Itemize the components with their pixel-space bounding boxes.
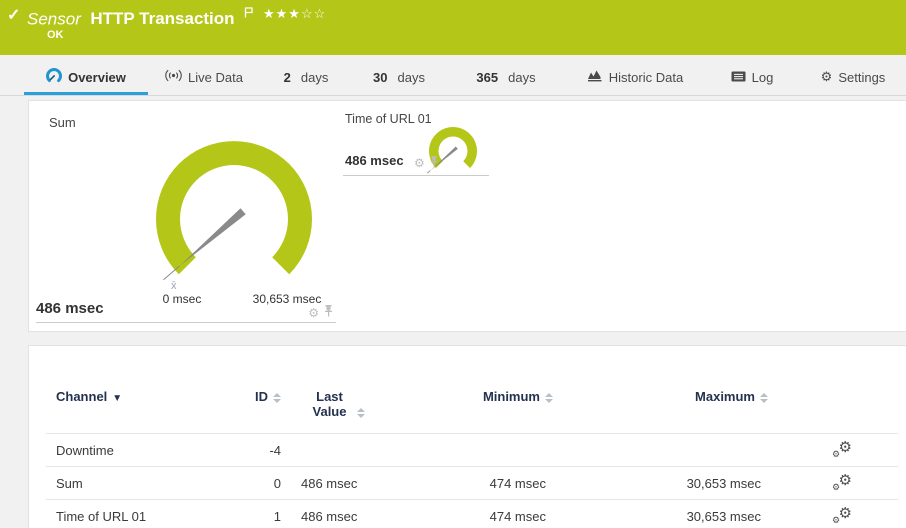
sensor-header: ✓ Sensor HTTP Transaction ★★★☆☆ OK bbox=[0, 0, 906, 55]
sensor-status-badge: OK bbox=[47, 29, 64, 41]
gauge-icon bbox=[46, 68, 62, 87]
tab-label: days bbox=[301, 70, 328, 85]
gauge-title: Time of URL 01 bbox=[345, 112, 432, 126]
sort-icon bbox=[357, 408, 365, 418]
tab-label: Historic Data bbox=[609, 70, 683, 85]
gear-icon: ⚙ bbox=[821, 69, 833, 85]
sensor-category-label: Sensor bbox=[27, 9, 81, 28]
channel-minimum-cell bbox=[391, 434, 561, 467]
tab-live-data[interactable]: Live Data bbox=[148, 62, 260, 95]
gauge-current-value: 486 msec bbox=[36, 300, 104, 317]
table-header-row: Channel ▼ ID Last Value Minimum Maximum bbox=[46, 346, 898, 434]
tab-label: Overview bbox=[68, 70, 126, 85]
channel-settings-gears-icon[interactable]: ⚙⚙ bbox=[832, 473, 852, 491]
gauges-panel: Sum x̄ 0 msec 30,653 msec 486 msec ⚙ bbox=[28, 100, 906, 332]
tab-label: Log bbox=[752, 70, 774, 85]
channel-maximum-cell: 30,653 msec bbox=[561, 500, 776, 528]
gauge-tools: ⚙ bbox=[414, 154, 439, 172]
sort-icon bbox=[545, 393, 553, 403]
sensor-title: Sensor HTTP Transaction bbox=[27, 5, 254, 29]
column-header-maximum[interactable]: Maximum bbox=[561, 346, 776, 434]
table-row-downtime[interactable]: Downtime -4 ⚙⚙ bbox=[46, 434, 898, 467]
tab-label-number: 2 bbox=[284, 70, 291, 85]
channel-maximum-cell bbox=[561, 434, 776, 467]
column-header-settings bbox=[776, 346, 898, 434]
gear-icon[interactable]: ⚙ bbox=[414, 157, 425, 169]
column-header-last-value[interactable]: Last Value bbox=[281, 346, 391, 434]
pushpin-icon[interactable] bbox=[323, 304, 334, 322]
sensor-status-check-icon: ✓ bbox=[7, 5, 20, 25]
table-row-time-of-url-01[interactable]: Time of URL 01 1 486 msec 474 msec 30,65… bbox=[46, 500, 898, 528]
url01-gauge-block: Time of URL 01 486 msec ⚙ bbox=[343, 108, 489, 176]
tab-label-number: 365 bbox=[476, 70, 498, 85]
column-header-id[interactable]: ID bbox=[236, 346, 281, 434]
tab-365-days[interactable]: 365 days bbox=[446, 62, 566, 95]
broadcast-icon bbox=[165, 69, 182, 85]
star-rating[interactable]: ★★★☆☆ bbox=[263, 6, 326, 22]
gauge-current-value: 486 msec bbox=[345, 153, 404, 168]
sum-gauge: x̄ bbox=[149, 129, 319, 299]
column-label: Last Value bbox=[308, 389, 352, 419]
pushpin-icon[interactable] bbox=[429, 154, 439, 172]
channel-last-value-cell bbox=[281, 434, 391, 467]
channel-minimum-cell: 474 msec bbox=[391, 467, 561, 500]
sort-icon bbox=[760, 393, 768, 403]
tab-30-days[interactable]: 30 days bbox=[352, 62, 446, 95]
column-label: ID bbox=[255, 389, 268, 404]
tab-settings[interactable]: ⚙ Settings bbox=[800, 62, 906, 95]
gauge-title: Sum bbox=[49, 115, 76, 130]
log-list-icon bbox=[731, 70, 746, 85]
channel-last-value-cell: 486 msec bbox=[281, 467, 391, 500]
tab-label: days bbox=[398, 70, 425, 85]
channels-panel: Channel ▼ ID Last Value Minimum Maximum bbox=[28, 345, 906, 528]
tab-2-days[interactable]: 2 days bbox=[260, 62, 352, 95]
column-label: Maximum bbox=[695, 389, 755, 404]
gauge-tools: ⚙ bbox=[308, 304, 334, 322]
column-label: Minimum bbox=[483, 389, 540, 404]
table-row-sum[interactable]: Sum 0 486 msec 474 msec 30,653 msec ⚙⚙ bbox=[46, 467, 898, 500]
gear-icon[interactable]: ⚙ bbox=[308, 307, 319, 319]
tab-historic-data[interactable]: Historic Data bbox=[566, 62, 704, 95]
tab-label: Live Data bbox=[188, 70, 243, 85]
gauge-min-label: 0 msec bbox=[152, 292, 212, 306]
channels-table: Channel ▼ ID Last Value Minimum Maximum bbox=[46, 346, 898, 528]
channel-id-cell: -4 bbox=[236, 434, 281, 467]
area-chart-icon bbox=[587, 69, 603, 85]
channel-name-cell[interactable]: Sum bbox=[46, 467, 236, 500]
tab-label: Settings bbox=[838, 70, 885, 85]
channel-minimum-cell: 474 msec bbox=[391, 500, 561, 528]
column-label: Channel bbox=[56, 389, 107, 404]
column-header-minimum[interactable]: Minimum bbox=[391, 346, 561, 434]
tab-overview[interactable]: Overview bbox=[24, 62, 148, 95]
channel-name-cell[interactable]: Time of URL 01 bbox=[46, 500, 236, 528]
average-marker: x̄ bbox=[171, 280, 177, 292]
channel-maximum-cell: 30,653 msec bbox=[561, 467, 776, 500]
channel-id-cell: 1 bbox=[236, 500, 281, 528]
sort-icon bbox=[273, 393, 281, 403]
flag-icon[interactable] bbox=[244, 5, 254, 23]
sensor-name: HTTP Transaction bbox=[90, 9, 234, 28]
channel-last-value-cell: 486 msec bbox=[281, 500, 391, 528]
sum-gauge-block: Sum x̄ 0 msec 30,653 msec 486 msec ⚙ bbox=[36, 101, 336, 323]
caret-down-icon: ▼ bbox=[112, 393, 122, 404]
channel-settings-gears-icon[interactable]: ⚙⚙ bbox=[832, 506, 852, 524]
channel-name-cell[interactable]: Downtime bbox=[46, 434, 236, 467]
url01-gauge bbox=[425, 123, 485, 183]
tab-label-number: 30 bbox=[373, 70, 387, 85]
channel-settings-gears-icon[interactable]: ⚙⚙ bbox=[832, 440, 852, 458]
tab-bar: Overview Live Data 2 days 30 days 365 da… bbox=[0, 62, 906, 96]
channel-id-cell: 0 bbox=[236, 467, 281, 500]
tab-label: days bbox=[508, 70, 535, 85]
column-header-channel[interactable]: Channel ▼ bbox=[46, 346, 236, 434]
tab-log[interactable]: Log bbox=[704, 62, 800, 95]
